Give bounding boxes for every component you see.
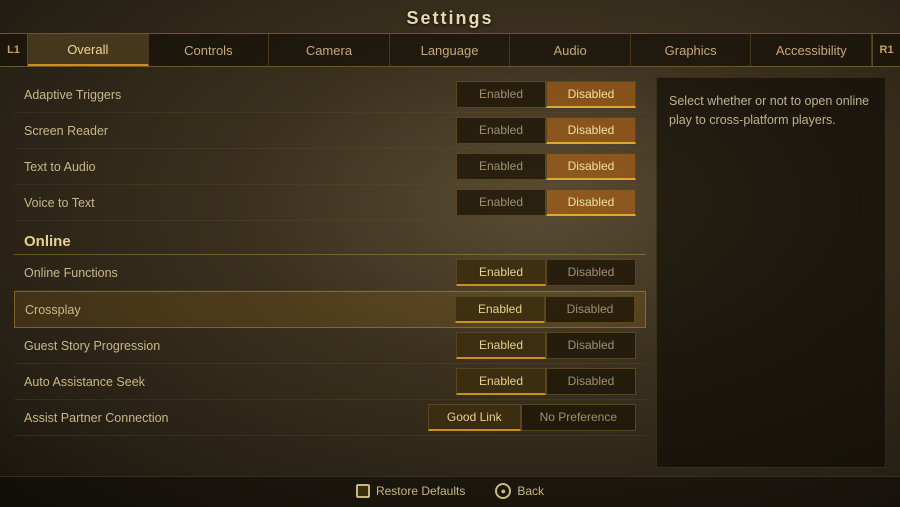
toggle-good-link[interactable]: Good Link xyxy=(428,404,521,431)
restore-defaults-label: Restore Defaults xyxy=(376,484,465,498)
setting-label: Assist Partner Connection xyxy=(24,411,428,425)
toggle-enabled-online-functions[interactable]: Enabled xyxy=(456,259,546,286)
toggle-group: Good Link No Preference xyxy=(428,404,636,431)
setting-label: Online Functions xyxy=(24,266,456,280)
toggle-group: Enabled Disabled xyxy=(456,368,636,395)
tab-camera[interactable]: Camera xyxy=(269,34,390,66)
toggle-enabled-voice-text[interactable]: Enabled xyxy=(456,189,546,216)
toggle-enabled-text-audio[interactable]: Enabled xyxy=(456,153,546,180)
setting-crossplay[interactable]: Crossplay Enabled Disabled xyxy=(14,291,646,328)
settings-header: Settings xyxy=(0,0,900,33)
info-panel: Select whether or not to open online pla… xyxy=(656,77,886,468)
setting-label: Voice to Text xyxy=(24,196,456,210)
setting-label: Adaptive Triggers xyxy=(24,88,456,102)
setting-label: Text to Audio xyxy=(24,160,456,174)
setting-adaptive-triggers[interactable]: Adaptive Triggers Enabled Disabled xyxy=(14,77,646,113)
settings-panel: Adaptive Triggers Enabled Disabled Scree… xyxy=(14,77,646,468)
tab-left-edge: L1 xyxy=(0,34,28,66)
tab-audio[interactable]: Audio xyxy=(510,34,631,66)
footer: Restore Defaults ● Back xyxy=(0,476,900,507)
restore-defaults-button[interactable]: Restore Defaults xyxy=(356,484,465,498)
toggle-enabled-guest-story[interactable]: Enabled xyxy=(456,332,546,359)
setting-label: Screen Reader xyxy=(24,124,456,138)
tab-graphics[interactable]: Graphics xyxy=(631,34,752,66)
toggle-enabled-crossplay[interactable]: Enabled xyxy=(455,296,545,323)
tab-accessibility[interactable]: Accessibility xyxy=(751,34,872,66)
toggle-disabled-auto-assistance[interactable]: Disabled xyxy=(546,368,636,395)
setting-text-to-audio[interactable]: Text to Audio Enabled Disabled xyxy=(14,149,646,185)
restore-icon xyxy=(356,484,370,498)
toggle-disabled-text-audio[interactable]: Disabled xyxy=(546,153,636,180)
tab-right-edge: R1 xyxy=(872,34,900,66)
toggle-disabled-adaptive[interactable]: Disabled xyxy=(546,81,636,108)
setting-guest-story[interactable]: Guest Story Progression Enabled Disabled xyxy=(14,328,646,364)
info-text: Select whether or not to open online pla… xyxy=(669,92,873,130)
setting-label: Crossplay xyxy=(25,303,455,317)
toggle-group: Enabled Disabled xyxy=(456,81,636,108)
toggle-enabled-adaptive[interactable]: Enabled xyxy=(456,81,546,108)
toggle-enabled-screen-reader[interactable]: Enabled xyxy=(456,117,546,144)
toggle-group: Enabled Disabled xyxy=(455,296,635,323)
page-title: Settings xyxy=(406,8,493,28)
tab-language[interactable]: Language xyxy=(390,34,511,66)
back-button[interactable]: ● Back xyxy=(495,483,544,499)
setting-label: Auto Assistance Seek xyxy=(24,375,456,389)
main-content: Adaptive Triggers Enabled Disabled Scree… xyxy=(0,67,900,476)
setting-online-functions[interactable]: Online Functions Enabled Disabled xyxy=(14,255,646,291)
toggle-disabled-voice-text[interactable]: Disabled xyxy=(546,189,636,216)
section-header-online: Online xyxy=(14,225,646,255)
tab-bar: L1 Overall Controls Camera Language Audi… xyxy=(0,33,900,67)
toggle-group: Enabled Disabled xyxy=(456,117,636,144)
toggle-disabled-online-functions[interactable]: Disabled xyxy=(546,259,636,286)
toggle-group: Enabled Disabled xyxy=(456,189,636,216)
setting-screen-reader[interactable]: Screen Reader Enabled Disabled xyxy=(14,113,646,149)
toggle-group: Enabled Disabled xyxy=(456,153,636,180)
tab-overall[interactable]: Overall xyxy=(28,34,149,66)
toggle-group: Enabled Disabled xyxy=(456,332,636,359)
toggle-disabled-screen-reader[interactable]: Disabled xyxy=(546,117,636,144)
setting-voice-to-text[interactable]: Voice to Text Enabled Disabled xyxy=(14,185,646,221)
setting-label: Guest Story Progression xyxy=(24,339,456,353)
tab-controls[interactable]: Controls xyxy=(149,34,270,66)
toggle-group: Enabled Disabled xyxy=(456,259,636,286)
setting-assist-partner[interactable]: Assist Partner Connection Good Link No P… xyxy=(14,400,646,436)
toggle-no-preference[interactable]: No Preference xyxy=(521,404,636,431)
back-icon: ● xyxy=(495,483,511,499)
toggle-enabled-auto-assistance[interactable]: Enabled xyxy=(456,368,546,395)
toggle-disabled-guest-story[interactable]: Disabled xyxy=(546,332,636,359)
back-label: Back xyxy=(517,484,544,498)
setting-auto-assistance[interactable]: Auto Assistance Seek Enabled Disabled xyxy=(14,364,646,400)
toggle-disabled-crossplay[interactable]: Disabled xyxy=(545,296,635,323)
